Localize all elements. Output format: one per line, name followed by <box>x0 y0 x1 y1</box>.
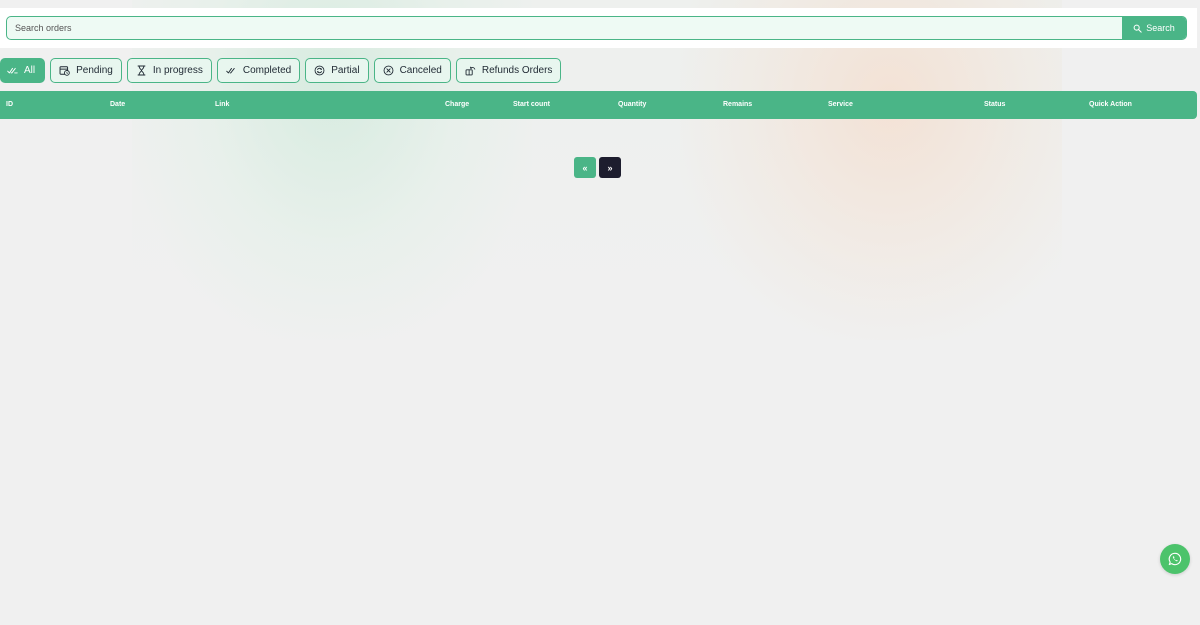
column-header-charge[interactable]: Charge <box>445 91 469 119</box>
filter-in-progress[interactable]: In progress <box>126 58 212 83</box>
column-header-quick-action[interactable]: Quick Action <box>1089 91 1132 119</box>
filter-label: All <box>24 65 36 76</box>
filter-label: Partial <box>331 65 360 76</box>
column-header-link[interactable]: Link <box>215 91 229 119</box>
previous-page-button[interactable]: « <box>574 157 596 178</box>
filter-label: In progress <box>152 65 203 76</box>
whatsapp-icon <box>1168 552 1182 566</box>
filter-label: Pending <box>76 65 113 76</box>
double-check-icon <box>7 67 18 74</box>
search-bar: Search <box>0 8 1197 48</box>
column-header-date[interactable]: Date <box>110 91 125 119</box>
search-button-label: Search <box>1146 23 1175 33</box>
filter-label: Refunds Orders <box>481 65 553 76</box>
column-header-remains[interactable]: Remains <box>723 91 752 119</box>
refund-icon <box>465 66 476 76</box>
circle-refresh-icon <box>314 65 325 76</box>
filter-completed[interactable]: Completed <box>216 58 301 83</box>
search-icon <box>1133 24 1142 33</box>
search-box: Search <box>6 16 1187 40</box>
filter-label: Canceled <box>399 65 442 76</box>
filter-partial[interactable]: Partial <box>305 58 369 83</box>
filter-refunds-orders[interactable]: Refunds Orders <box>455 58 562 83</box>
next-page-button[interactable]: » <box>599 157 621 178</box>
circle-x-icon <box>383 65 393 76</box>
column-header-start-count[interactable]: Start count <box>513 91 550 119</box>
hourglass-icon <box>137 65 146 76</box>
column-header-service[interactable]: Service <box>828 91 853 119</box>
column-header-quantity[interactable]: Quantity <box>618 91 646 119</box>
pagination: « » <box>574 157 621 178</box>
search-input[interactable] <box>7 17 1122 39</box>
whatsapp-chat-button[interactable] <box>1160 544 1190 574</box>
filter-label: Completed <box>242 65 292 76</box>
order-status-filters: All Pending In progress Completed Partia… <box>0 58 562 83</box>
filter-all[interactable]: All <box>0 58 46 83</box>
background-orange-glow <box>680 0 1062 340</box>
filter-canceled[interactable]: Canceled <box>373 58 451 83</box>
double-check-icon <box>226 67 235 74</box>
orders-table-header: ID Date Link Charge Start count Quantity… <box>0 91 1197 119</box>
column-header-status[interactable]: Status <box>984 91 1005 119</box>
search-button[interactable]: Search <box>1122 17 1186 39</box>
background-green-glow <box>132 0 532 340</box>
calendar-clock-icon <box>59 66 70 76</box>
column-header-id[interactable]: ID <box>6 91 13 119</box>
filter-pending[interactable]: Pending <box>50 58 122 83</box>
